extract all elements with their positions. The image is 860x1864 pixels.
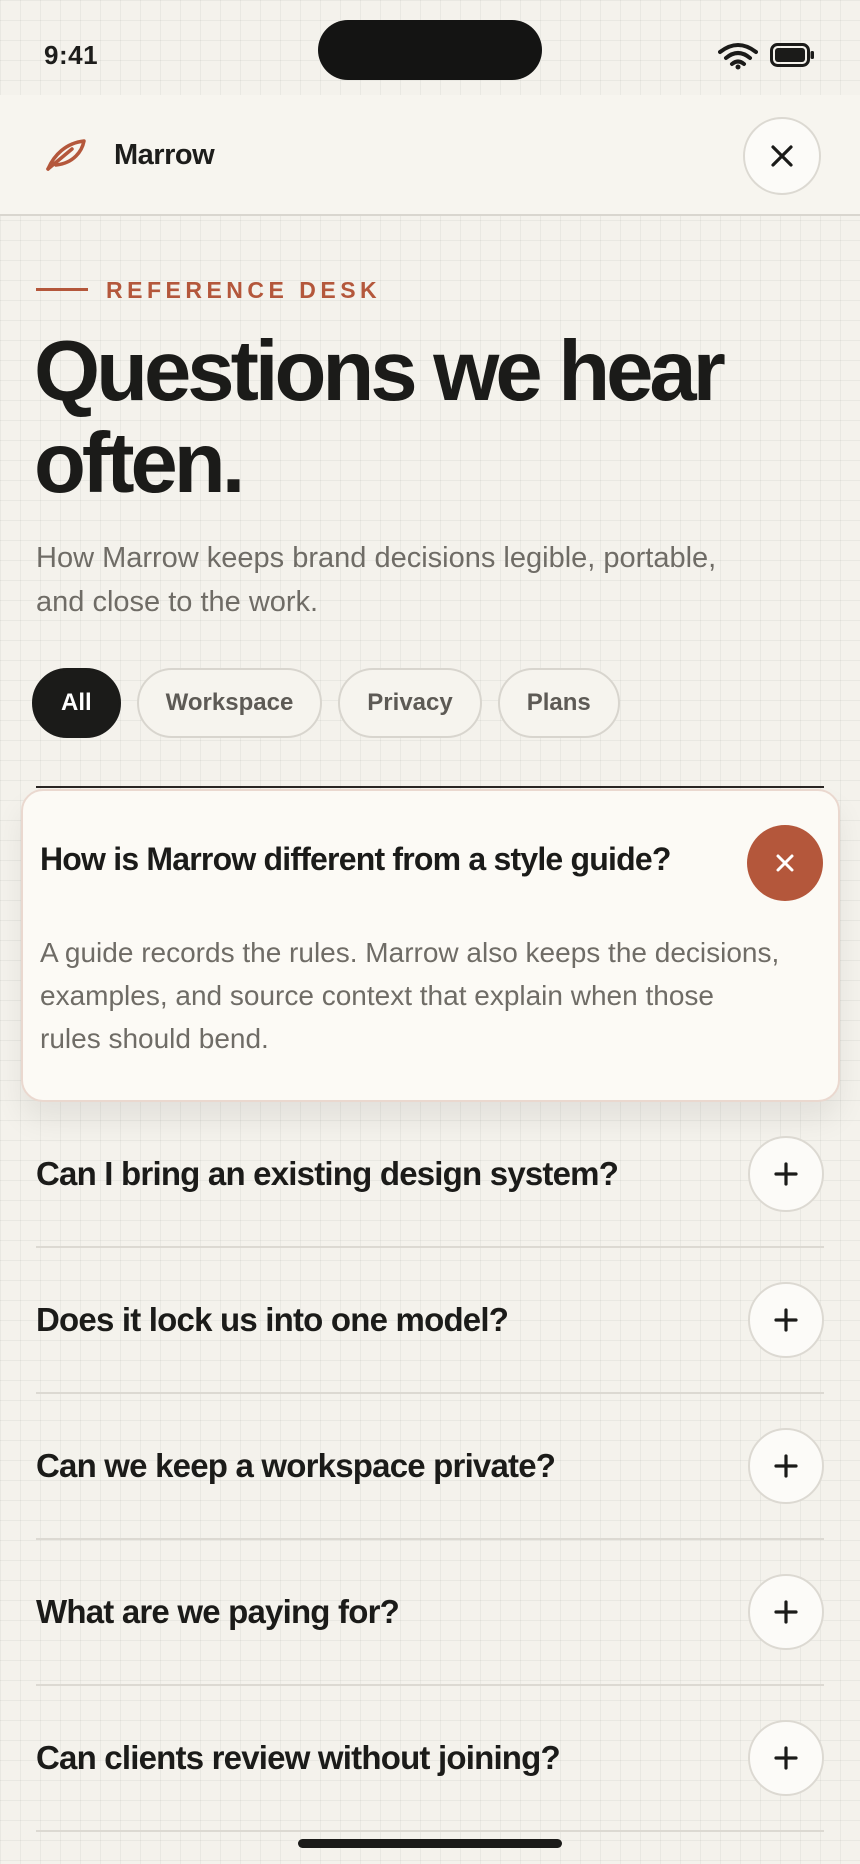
app-header: Marrow — [0, 95, 860, 216]
plus-icon — [774, 1454, 798, 1478]
faq-question: Can clients review without joining? — [36, 1739, 561, 1776]
faq-answer: A guide records the rules. Marrow also k… — [40, 937, 780, 1054]
dynamic-island — [318, 20, 542, 80]
plus-icon — [774, 1308, 798, 1332]
faq-item[interactable]: What are we paying for? — [36, 1540, 824, 1686]
faq-item-expanded[interactable]: How is Marrow different from a style gui… — [21, 789, 840, 1102]
close-icon — [776, 854, 794, 872]
faq-question: What are we paying for? — [36, 1593, 400, 1630]
close-button[interactable] — [743, 117, 821, 195]
expand-button[interactable] — [748, 1136, 824, 1212]
faq-question: How is Marrow different from a style gui… — [40, 841, 671, 877]
faq-item[interactable]: Can clients review without joining? — [36, 1686, 824, 1832]
close-icon — [771, 145, 793, 167]
plus-icon — [774, 1162, 798, 1186]
page-subtitle: How Marrow keeps brand decisions legible… — [36, 542, 717, 618]
home-indicator[interactable] — [298, 1839, 562, 1848]
expand-button[interactable] — [748, 1720, 824, 1796]
divider — [36, 786, 824, 788]
plus-icon — [774, 1746, 798, 1770]
feather-icon — [46, 139, 86, 171]
faq-item[interactable]: Can I bring an existing design system? — [36, 1102, 824, 1248]
app-name: Marrow — [114, 139, 215, 171]
faq-question: Can I bring an existing design system? — [36, 1155, 619, 1192]
status-bar: 9:41 — [0, 0, 860, 95]
eyebrow-rule — [36, 288, 88, 291]
faq-question: Does it lock us into one model? — [36, 1301, 509, 1338]
faq-item[interactable]: Does it lock us into one model? — [36, 1248, 824, 1394]
expand-button[interactable] — [748, 1574, 824, 1650]
expand-button[interactable] — [748, 1282, 824, 1358]
battery-icon — [770, 43, 814, 67]
eyebrow-label: REFERENCE DESK — [106, 277, 382, 303]
plus-icon — [774, 1600, 798, 1624]
filter-chip-privacy[interactable]: Privacy — [338, 668, 482, 738]
filter-chip-workspace[interactable]: Workspace — [136, 668, 323, 738]
page-title: Questions we hear often. — [34, 324, 726, 511]
status-time: 9:41 — [44, 40, 99, 70]
collapse-button[interactable] — [747, 825, 823, 901]
filter-chip-plans[interactable]: Plans — [497, 668, 620, 738]
filter-chips: All Workspace Privacy Plans — [32, 668, 620, 738]
faq-question: Can we keep a workspace private? — [36, 1447, 556, 1484]
filter-chip-all[interactable]: All — [32, 668, 121, 738]
expand-button[interactable] — [748, 1428, 824, 1504]
faq-item[interactable]: Can we keep a workspace private? — [36, 1394, 824, 1540]
wifi-icon — [718, 43, 758, 70]
